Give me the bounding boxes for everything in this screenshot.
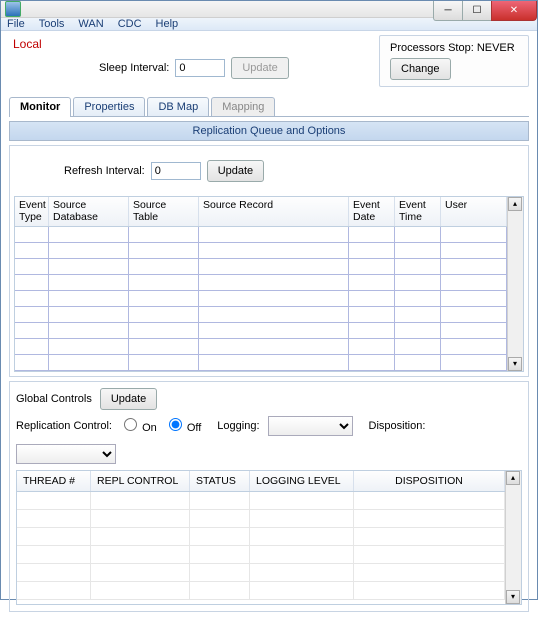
minimize-button[interactable]: ─ [433,1,463,21]
table-row[interactable] [17,528,505,546]
table-row[interactable] [17,582,505,600]
disposition-select[interactable] [16,444,116,464]
menu-help[interactable]: Help [156,18,179,30]
table-row[interactable] [17,492,505,510]
col-user[interactable]: User [441,197,507,226]
refresh-update-button[interactable]: Update [207,160,264,182]
refresh-interval-input[interactable] [151,162,201,180]
table-row[interactable] [15,275,507,291]
scroll-up-icon[interactable]: ▴ [506,471,520,485]
col-repl-control[interactable]: REPL CONTROL [91,471,190,491]
global-controls-label: Global Controls [16,393,92,405]
titlebar[interactable]: ─ ☐ ✕ [1,1,537,18]
col-source-record[interactable]: Source Record [199,197,349,226]
logging-select[interactable] [268,416,353,436]
col-event-date[interactable]: Event Date [349,197,395,226]
app-icon [5,1,21,17]
app-window: ─ ☐ ✕ File Tools WAN CDC Help Local Slee… [0,0,538,600]
table-row[interactable] [15,291,507,307]
queue-table: Event Type Source Database Source Table … [14,196,524,372]
col-status[interactable]: STATUS [190,471,250,491]
queue-body[interactable] [15,227,507,371]
logging-label: Logging: [217,420,259,432]
menu-tools[interactable]: Tools [39,18,65,30]
repl-on-radio[interactable] [124,418,137,431]
disposition-label: Disposition: [369,420,426,432]
section-title: Replication Queue and Options [9,121,529,141]
tab-monitor[interactable]: Monitor [9,97,71,117]
replication-control-label: Replication Control: [16,420,112,432]
col-event-type[interactable]: Event Type [15,197,49,226]
tab-properties[interactable]: Properties [73,97,145,116]
close-button[interactable]: ✕ [491,1,537,21]
table-row[interactable] [15,227,507,243]
col-source-db[interactable]: Source Database [49,197,129,226]
processors-panel: Processors Stop: NEVER Change [379,35,529,87]
thread-scrollbar[interactable]: ▴ ▾ [505,471,521,604]
table-row[interactable] [17,564,505,582]
sleep-interval-input[interactable] [175,59,225,77]
local-label: Local [9,35,371,53]
sleep-update-button[interactable]: Update [231,57,288,79]
change-button[interactable]: Change [390,58,451,80]
global-update-button[interactable]: Update [100,388,157,410]
thread-table: THREAD # REPL CONTROL STATUS LOGGING LEV… [16,470,522,605]
repl-on-text: On [142,422,157,434]
repl-off-option[interactable]: Off [165,418,202,434]
maximize-button[interactable]: ☐ [462,1,492,21]
table-row[interactable] [17,546,505,564]
thread-header: THREAD # REPL CONTROL STATUS LOGGING LEV… [17,471,505,492]
table-row[interactable] [15,339,507,355]
repl-on-option[interactable]: On [120,418,157,434]
scroll-down-icon[interactable]: ▾ [506,590,520,604]
tab-bar: Monitor Properties DB Map Mapping [9,95,529,117]
col-logging-level[interactable]: LOGGING LEVEL [250,471,354,491]
repl-off-text: Off [187,422,201,434]
global-controls-panel: Global Controls Update Replication Contr… [9,381,529,612]
menu-wan[interactable]: WAN [78,18,103,30]
thread-body[interactable] [17,492,505,600]
processors-stop-label: Processors Stop: NEVER [390,42,515,54]
col-event-time[interactable]: Event Time [395,197,441,226]
tab-mapping[interactable]: Mapping [211,97,275,116]
table-row[interactable] [15,243,507,259]
tab-dbmap[interactable]: DB Map [147,97,209,116]
queue-scrollbar[interactable]: ▴ ▾ [507,197,523,371]
scroll-up-icon[interactable]: ▴ [508,197,522,211]
table-row[interactable] [17,510,505,528]
top-row: Local Sleep Interval: Update Processors … [9,35,529,91]
table-row[interactable] [15,355,507,371]
window-buttons: ─ ☐ ✕ [434,1,537,21]
menu-file[interactable]: File [7,18,25,30]
content-area: Local Sleep Interval: Update Processors … [1,31,537,620]
repl-off-radio[interactable] [169,418,182,431]
table-row[interactable] [15,307,507,323]
menu-cdc[interactable]: CDC [118,18,142,30]
queue-panel: Refresh Interval: Update Event Type Sour… [9,145,529,377]
queue-header: Event Type Source Database Source Table … [15,197,507,227]
col-disposition[interactable]: DISPOSITION [354,471,505,491]
sleep-interval-label: Sleep Interval: [99,62,169,74]
table-row[interactable] [15,259,507,275]
col-thread[interactable]: THREAD # [17,471,91,491]
table-row[interactable] [15,323,507,339]
col-source-table[interactable]: Source Table [129,197,199,226]
scroll-down-icon[interactable]: ▾ [508,357,522,371]
refresh-interval-label: Refresh Interval: [64,165,145,177]
